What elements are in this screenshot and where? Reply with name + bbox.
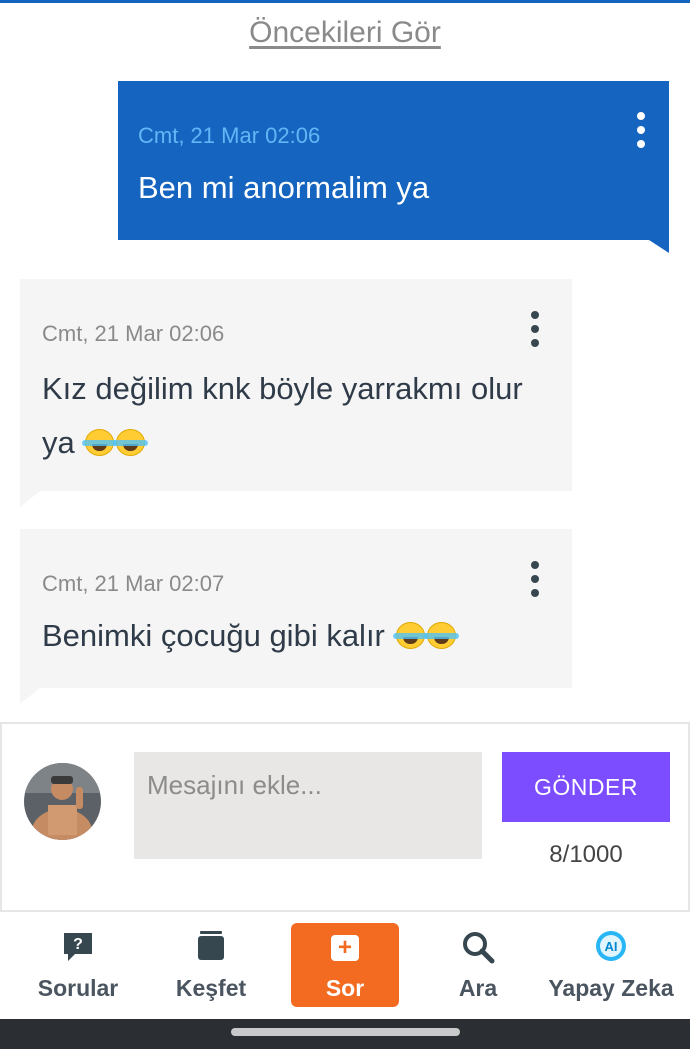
message-bubble-received: Cmt, 21 Mar 02:06 Kız değilim knk böyle …	[20, 279, 572, 491]
more-options-icon[interactable]	[631, 110, 651, 150]
nav-label: Sorular	[37, 975, 119, 1001]
message-text-content: Kız değilim knk böyle yarrakmı olur ya	[42, 371, 523, 460]
send-button[interactable]: GÖNDER	[502, 752, 670, 822]
nav-item-yapay-zeka[interactable]: AI Yapay Zeka	[545, 912, 677, 1019]
character-counter: 8/1000	[549, 841, 623, 868]
message-text: Benimki çocuğu gibi kalır	[42, 609, 548, 663]
avatar[interactable]	[24, 763, 101, 840]
bubble-tail	[649, 240, 669, 253]
bottom-navigation: ? Sorular Keşfet + Sor Ara AI Yapay Zeka	[0, 912, 690, 1019]
system-navigation-bar	[0, 1019, 690, 1049]
message-composer: GÖNDER 8/1000	[0, 722, 690, 912]
message-text: Ben mi anormalim ya	[138, 170, 430, 205]
message-text-content: Benimki çocuğu gibi kalır	[42, 618, 385, 653]
message-timestamp: Cmt, 21 Mar 02:06	[42, 321, 225, 346]
laughing-tears-emoji-icon	[423, 622, 459, 649]
more-options-icon[interactable]	[525, 559, 545, 599]
message-input[interactable]	[134, 752, 482, 859]
laughing-tears-emoji-icon	[392, 622, 428, 649]
svg-text:?: ?	[73, 936, 83, 953]
more-options-icon[interactable]	[525, 309, 545, 349]
message-text: Kız değilim knk böyle yarrakmı olur ya	[42, 362, 548, 470]
svg-text:AI: AI	[605, 939, 618, 954]
nav-label: Keşfet	[175, 975, 247, 1001]
nav-item-sor[interactable]: + Sor	[291, 923, 399, 1007]
search-icon	[463, 932, 495, 964]
nav-item-ara[interactable]: Ara	[412, 912, 544, 1019]
plus-icon: +	[331, 935, 359, 961]
message-bubble-sent: Cmt, 21 Mar 02:06 Ben mi anormalim ya	[118, 81, 669, 240]
top-accent-line	[0, 0, 690, 3]
ai-icon: AI	[596, 931, 626, 961]
message-timestamp: Cmt, 21 Mar 02:06	[138, 123, 321, 148]
message-timestamp: Cmt, 21 Mar 02:07	[42, 571, 225, 596]
stack-icon	[198, 931, 224, 960]
nav-label: Yapay Zeka	[548, 975, 674, 1001]
question-bubble-icon: ?	[64, 933, 92, 961]
laughing-tears-emoji-icon	[113, 429, 149, 456]
laughing-tears-emoji-icon	[82, 429, 118, 456]
message-bubble-received: Cmt, 21 Mar 02:07 Benimki çocuğu gibi ka…	[20, 529, 572, 688]
nav-item-kesfet[interactable]: Keşfet	[145, 912, 277, 1019]
bubble-tail	[20, 688, 40, 704]
nav-label: Ara	[458, 975, 498, 1001]
nav-label: Sor	[325, 975, 365, 1001]
nav-item-sorular[interactable]: ? Sorular	[12, 912, 144, 1019]
home-gesture-handle[interactable]	[231, 1028, 460, 1036]
bubble-tail	[20, 491, 40, 507]
see-older-link[interactable]: Öncekileri Gör	[0, 16, 690, 50]
